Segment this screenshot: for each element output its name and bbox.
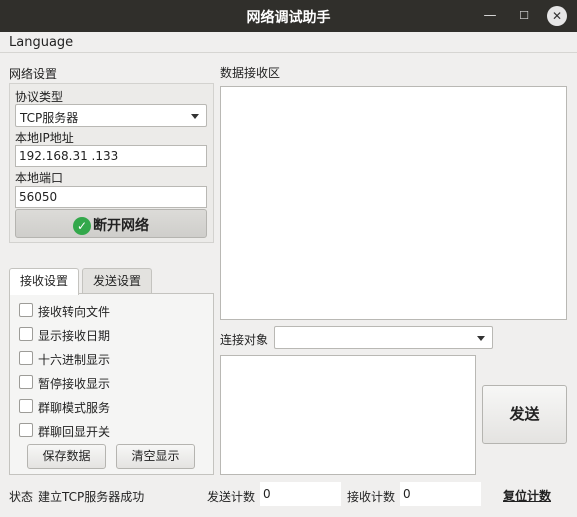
tab-send-settings[interactable]: 发送设置	[82, 268, 152, 294]
receive-area-title: 数据接收区	[220, 66, 281, 80]
recv-count-value: 0	[403, 487, 411, 501]
checkbox[interactable]	[19, 351, 33, 365]
port-label: 本地端口	[15, 171, 64, 185]
recv-count-field: 0	[400, 482, 481, 506]
network-settings-title: 网络设置	[9, 67, 58, 81]
recv-count-label: 接收计数	[347, 490, 396, 504]
send-textarea[interactable]	[220, 355, 476, 475]
sent-count-field: 0	[260, 482, 341, 506]
disconnect-button[interactable]: ✓ 断开网络	[15, 209, 207, 238]
ip-field[interactable]: 192.168.31 .133	[15, 145, 207, 167]
checkbox[interactable]	[19, 327, 33, 341]
close-icon[interactable]: ✕	[547, 6, 567, 26]
protocol-label: 协议类型	[15, 90, 64, 104]
connection-target-label: 连接对象	[220, 333, 269, 347]
checkbox[interactable]	[19, 399, 33, 413]
option-label: 暂停接收显示	[38, 377, 111, 391]
port-value: 56050	[19, 190, 58, 204]
protocol-value: TCP服务器	[20, 111, 79, 125]
ip-label: 本地IP地址	[15, 131, 74, 145]
menu-bar: Language	[0, 32, 577, 53]
status-label: 状态	[9, 490, 34, 504]
option-label: 十六进制显示	[38, 353, 111, 367]
save-data-button[interactable]: 保存数据	[27, 444, 106, 469]
checkbox[interactable]	[19, 423, 33, 437]
ip-value: 192.168.31 .133	[19, 149, 119, 163]
sent-count-label: 发送计数	[207, 490, 256, 504]
checkbox[interactable]	[19, 375, 33, 389]
maximize-icon[interactable]: ☐	[514, 6, 534, 26]
protocol-select[interactable]: TCP服务器	[15, 104, 207, 127]
check-circle-icon: ✓	[73, 217, 91, 235]
disconnect-button-label: 断开网络	[93, 218, 149, 234]
checkbox[interactable]	[19, 303, 33, 317]
option-label: 显示接收日期	[38, 329, 111, 343]
connection-target-select[interactable]	[274, 326, 493, 349]
title-bar: 网络调试助手 — ☐ ✕	[0, 0, 577, 32]
sent-count-value: 0	[263, 487, 271, 501]
port-field[interactable]: 56050	[15, 186, 207, 208]
tab-receive-settings[interactable]: 接收设置	[9, 268, 79, 295]
option-label: 接收转向文件	[38, 305, 111, 319]
menu-language[interactable]: Language	[9, 35, 73, 50]
chevron-down-icon	[477, 336, 485, 341]
option-label: 群聊模式服务	[38, 401, 111, 415]
reset-count-button[interactable]: 复位计数	[503, 487, 551, 504]
send-button[interactable]: 发送	[482, 385, 567, 444]
receive-textarea[interactable]	[220, 86, 567, 320]
clear-display-button[interactable]: 清空显示	[116, 444, 195, 469]
status-message: 建立TCP服务器成功	[38, 490, 145, 504]
minimize-icon[interactable]: —	[480, 6, 500, 26]
option-label: 群聊回显开关	[38, 425, 111, 439]
chevron-down-icon	[191, 114, 199, 119]
